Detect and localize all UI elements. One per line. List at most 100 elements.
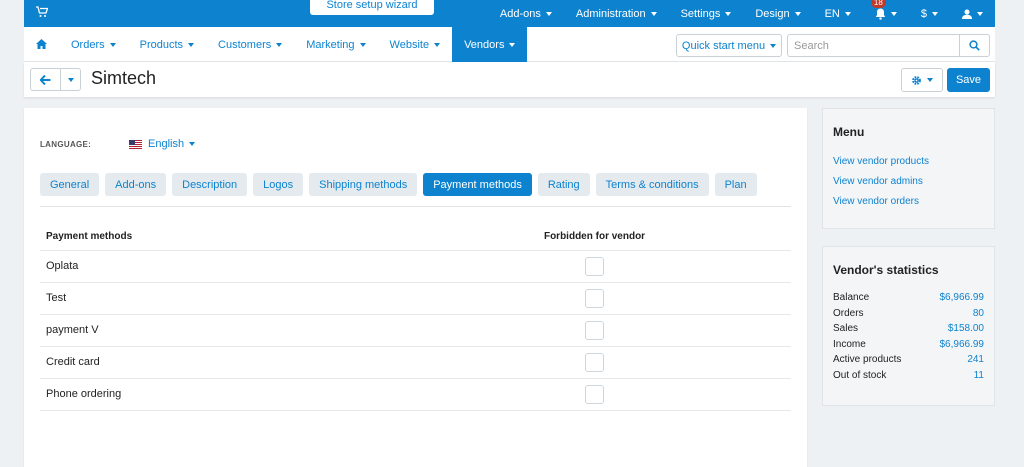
stat-label: Out of stock	[833, 369, 887, 381]
caret-down-icon	[977, 11, 983, 16]
payment-method-name: Phone ordering	[40, 378, 399, 411]
top-menu-label: Settings	[680, 7, 721, 20]
forbidden-checkbox[interactable]	[585, 320, 605, 340]
back-button[interactable]	[31, 69, 62, 90]
payment-method-name: payment V	[40, 314, 399, 347]
notifications-badge: 18	[870, 0, 886, 8]
vendor-statistics-list: Balance $6,966.99 Orders 80 Sales $158.00 I…	[833, 292, 984, 386]
nav-label: Customers	[218, 38, 272, 51]
nav-orders[interactable]: Orders	[59, 27, 128, 62]
stat-value[interactable]: $6,966.99	[940, 339, 985, 355]
search-input[interactable]	[787, 34, 960, 57]
stat-value[interactable]: 11	[974, 370, 984, 386]
stat-value[interactable]: $158.00	[948, 323, 984, 339]
language-selector[interactable]: English	[129, 138, 196, 150]
top-menu-label: Design	[755, 7, 790, 20]
top-menu-label: Add-ons	[499, 7, 541, 20]
table-row: Oplata	[40, 250, 791, 283]
vendor-statistics-title: Vendor's statistics	[833, 263, 939, 277]
top-menu-administration[interactable]: Administration	[564, 0, 669, 27]
home-icon[interactable]	[36, 39, 47, 49]
top-menu-label: Administration	[575, 7, 646, 20]
tab-payment-methods[interactable]: Payment methods	[423, 173, 532, 196]
caret-down-icon	[189, 142, 196, 146]
main-content: LANGUAGE: English General Add-ons Descri…	[24, 108, 807, 467]
forbidden-cell	[398, 314, 791, 347]
stat-value[interactable]: 241	[967, 354, 984, 370]
us-flag-icon	[129, 139, 142, 149]
tab-shipping-methods[interactable]: Shipping methods	[309, 173, 418, 196]
currency-selector[interactable]: $	[909, 0, 950, 27]
gear-icon	[912, 75, 921, 85]
stat-label: Balance	[833, 292, 870, 303]
arrow-left-icon	[40, 74, 51, 85]
nav-label: Orders	[71, 38, 105, 51]
nav-products[interactable]: Products	[128, 27, 206, 62]
save-button[interactable]: Save	[947, 68, 990, 92]
stat-row-out-of-stock: Out of stock 11	[833, 370, 984, 386]
stat-row-income: Income $6,966.99	[833, 339, 984, 355]
forbidden-cell	[398, 378, 791, 411]
store-setup-wizard-button[interactable]: Store setup wizard	[310, 0, 434, 15]
caret-down-icon	[434, 42, 441, 47]
user-menu[interactable]	[950, 0, 995, 27]
tab-plan[interactable]: Plan	[714, 173, 757, 196]
top-menu-language[interactable]: EN	[813, 0, 863, 27]
stat-row-sales: Sales $158.00	[833, 323, 984, 339]
settings-dropdown-button[interactable]	[901, 68, 943, 92]
caret-down-icon	[188, 42, 195, 47]
tab-rating[interactable]: Rating	[537, 173, 590, 196]
top-menu-design[interactable]: Design	[743, 0, 812, 27]
view-vendor-admins-link[interactable]: View vendor admins	[833, 175, 994, 195]
stat-value[interactable]: 80	[973, 308, 984, 324]
tabs-divider	[40, 206, 791, 207]
payment-methods-table: Payment methods Forbidden for vendor Opl…	[40, 223, 791, 411]
page-header: Simtech Save	[24, 62, 995, 97]
back-dropdown-button[interactable]	[61, 69, 80, 90]
notifications-button[interactable]: 18	[863, 0, 909, 27]
caret-down-icon	[725, 11, 732, 16]
stat-row-active-products: Active products 241	[833, 354, 984, 370]
main-navigation: Orders Products Customers Marketing Webs…	[24, 27, 995, 62]
tab-general[interactable]: General	[40, 173, 100, 196]
nav-vendors[interactable]: Vendors	[452, 27, 528, 62]
caret-down-icon	[109, 42, 116, 47]
stat-label: Orders	[833, 307, 864, 319]
forbidden-checkbox[interactable]	[585, 288, 605, 308]
forbidden-cell	[398, 282, 791, 315]
language-label: LANGUAGE:	[40, 140, 92, 149]
nav-customers[interactable]: Customers	[206, 27, 294, 62]
forbidden-checkbox[interactable]	[585, 352, 605, 372]
forbidden-checkbox[interactable]	[585, 384, 605, 404]
cart-icon[interactable]	[36, 6, 48, 18]
top-menu-label: EN	[824, 7, 840, 20]
nav-website[interactable]: Website	[378, 27, 453, 62]
stat-value[interactable]: $6,966.99	[940, 292, 985, 308]
nav-label: Vendors	[464, 38, 505, 51]
tab-logos[interactable]: Logos	[253, 173, 304, 196]
view-vendor-orders-link[interactable]: View vendor orders	[833, 195, 994, 215]
caret-down-icon	[276, 42, 283, 47]
top-menu-addons[interactable]: Add-ons	[488, 0, 564, 27]
column-header-payment-methods: Payment methods	[40, 223, 399, 251]
table-row: Test	[40, 282, 791, 315]
forbidden-cell	[398, 250, 791, 283]
nav-label: Website	[389, 38, 430, 51]
quick-start-menu-button[interactable]: Quick start menu	[676, 34, 782, 57]
vendor-tabs: General Add-ons Description Logos Shippi…	[40, 173, 763, 196]
search-button[interactable]	[959, 34, 990, 57]
table-row: payment V	[40, 314, 791, 347]
caret-down-icon	[545, 11, 552, 16]
top-menu-settings[interactable]: Settings	[669, 0, 744, 27]
tab-addons[interactable]: Add-ons	[105, 173, 167, 196]
caret-down-icon	[844, 11, 851, 16]
tab-description[interactable]: Description	[172, 173, 248, 196]
stat-label: Sales	[833, 323, 859, 335]
forbidden-cell	[398, 346, 791, 379]
forbidden-checkbox[interactable]	[585, 256, 605, 276]
nav-marketing[interactable]: Marketing	[294, 27, 377, 62]
tab-terms-conditions[interactable]: Terms & conditions	[595, 173, 709, 196]
caret-down-icon	[932, 11, 938, 16]
table-header-row: Payment methods Forbidden for vendor	[40, 223, 791, 251]
view-vendor-products-link[interactable]: View vendor products	[833, 155, 994, 175]
